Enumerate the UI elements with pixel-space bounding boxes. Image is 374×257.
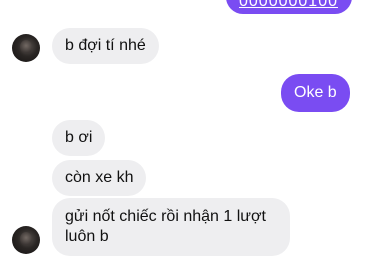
chat-thread: 0000000100 b đợi tí nhé Oke b b ơi còn x… (0, 0, 374, 257)
contact-avatar[interactable] (12, 226, 40, 254)
outgoing-message-top[interactable]: 0000000100 (226, 0, 352, 14)
incoming-message-2-text: b ơi (65, 129, 93, 146)
incoming-message-4[interactable]: gửi nốt chiếc rồi nhận 1 lượt luôn b (52, 198, 290, 256)
incoming-message-1[interactable]: b đợi tí nhé (52, 28, 159, 64)
incoming-message-4-line2: luôn b (65, 228, 109, 245)
outgoing-message-1[interactable]: Oke b (281, 74, 350, 112)
outgoing-message-1-text: Oke b (294, 84, 337, 101)
incoming-message-4-line1: gửi nốt chiếc rồi nhận 1 lượt (65, 208, 266, 225)
incoming-message-3[interactable]: còn xe kh (52, 160, 147, 196)
incoming-message-2[interactable]: b ơi (52, 120, 106, 156)
contact-avatar[interactable] (12, 34, 40, 62)
outgoing-message-top-text[interactable]: 0000000100 (239, 0, 338, 10)
incoming-message-3-text: còn xe kh (65, 169, 134, 186)
incoming-message-1-text: b đợi tí nhé (65, 37, 146, 54)
